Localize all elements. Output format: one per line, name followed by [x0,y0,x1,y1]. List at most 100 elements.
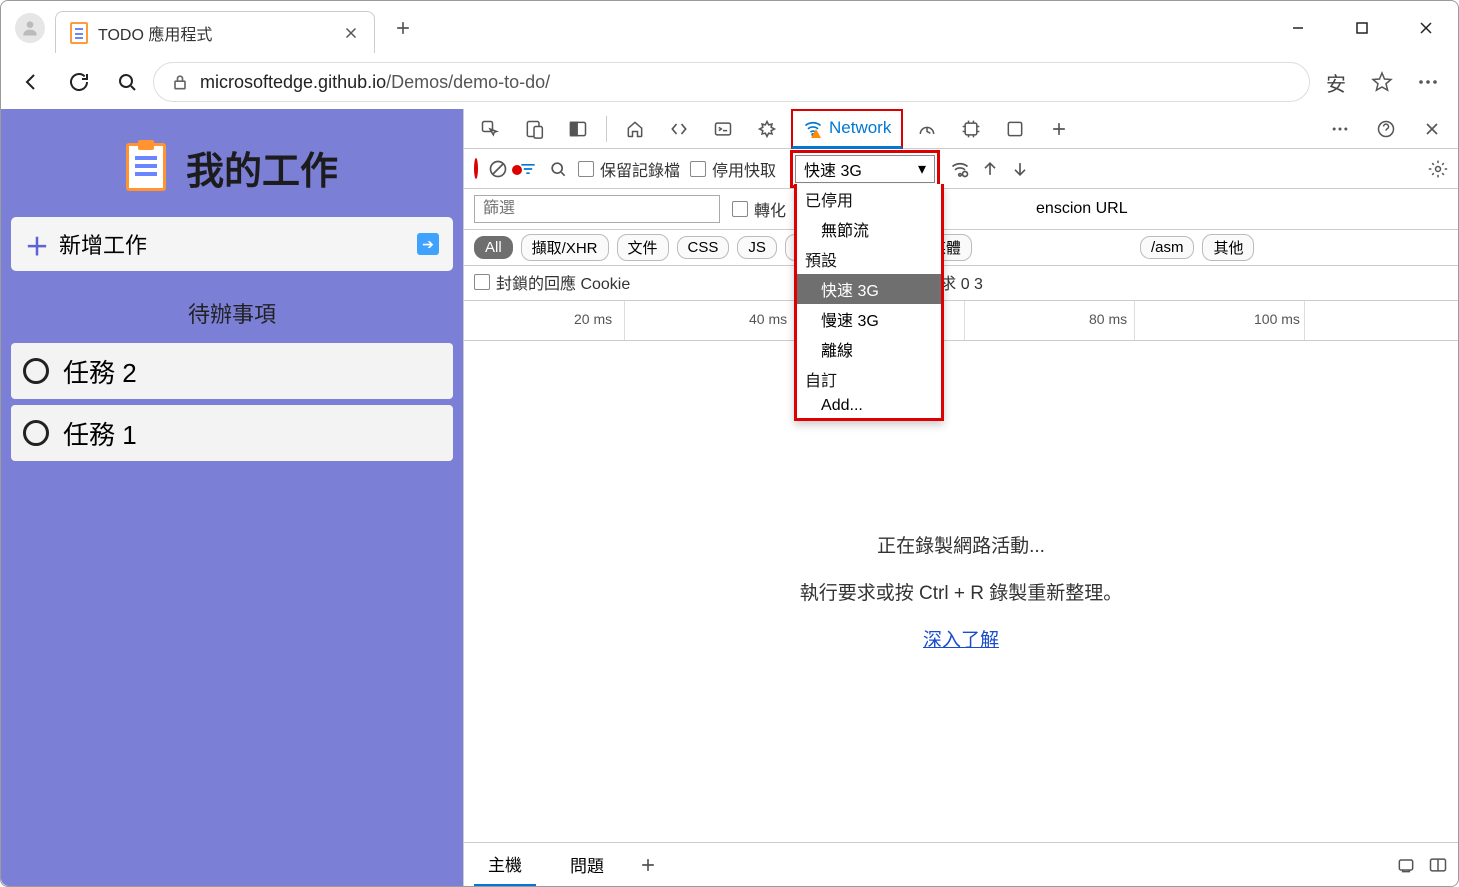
pill-js[interactable]: JS [737,236,777,259]
drawer-console-tab[interactable]: 主機 [474,843,536,887]
welcome-tab[interactable] [615,109,655,149]
lock-icon [170,72,190,92]
dd-offline[interactable]: 離線 [797,334,941,364]
chevron-down-icon: ▾ [918,159,926,179]
pill-doc[interactable]: 文件 [617,234,669,261]
section-title: 待辦事項 [11,297,453,329]
browser-tab[interactable]: TODO 應用程式 [55,11,375,53]
titlebar: TODO 應用程式 [1,1,1458,55]
filter-input[interactable] [474,195,720,223]
console-tab[interactable] [703,109,743,149]
performance-tab[interactable] [907,109,947,149]
device-icon[interactable] [514,109,554,149]
pill-fetch[interactable]: 擷取/XHR [521,234,609,261]
dd-group-custom: 自訂 [797,364,941,394]
dd-add[interactable]: Add... [797,394,941,418]
clear-button[interactable] [488,159,508,179]
settings-menu-button[interactable] [1406,60,1450,104]
url-text: microsoftedge.github.io/Demos/demo-to-do… [200,72,550,93]
filter-toggle[interactable] [518,159,538,179]
throttling-select[interactable]: 快速 3G ▾ 已停用 無節流 預設 快速 3G 慢速 3G 離線 自訂 Add… [795,155,935,183]
minimize-button[interactable] [1266,4,1330,52]
memory-tab[interactable] [951,109,991,149]
dd-group-preset: 預設 [797,244,941,274]
network-tab[interactable]: Network [791,109,903,149]
app-title: 我的工作 [186,140,338,195]
inspect-icon[interactable] [470,109,510,149]
elements-tab[interactable] [659,109,699,149]
learn-more-link[interactable]: 深入了解 [923,625,999,652]
dd-group-disabled: 已停用 [797,184,941,214]
network-toolbar: 保留記錄檔 停用快取 快速 3G ▾ 已停用 無節流 預設 快速 3G 慢速 3… [464,149,1458,189]
tab-close-button[interactable] [342,24,360,42]
address-bar[interactable]: microsoftedge.github.io/Demos/demo-to-do… [153,62,1310,102]
drawer-icon-1[interactable] [1396,855,1416,875]
drawer-add-tab[interactable] [638,855,658,875]
pill-css[interactable]: CSS [677,236,730,259]
disable-cache-checkbox[interactable]: 停用快取 [690,157,776,181]
application-tab[interactable] [995,109,1035,149]
more-tabs-button[interactable] [1039,109,1079,149]
dd-no-throttle[interactable]: 無節流 [797,214,941,244]
devtools-drawer: 主機 問題 [464,842,1458,886]
pill-other[interactable]: 其他 [1202,234,1254,261]
network-conditions-icon[interactable] [950,159,970,179]
pill-wasm[interactable]: /asm [1140,236,1195,259]
devtools-more-button[interactable] [1320,109,1360,149]
translate-badge[interactable]: 安 [1314,60,1358,104]
throttle-selected: 快速 3G [804,157,862,181]
tab-title: TODO 應用程式 [98,21,212,45]
toolbar: microsoftedge.github.io/Demos/demo-to-do… [1,55,1458,109]
sources-tab[interactable] [747,109,787,149]
empty-subtitle: 執行要求或按 Ctrl + R 錄製重新整理。 [800,578,1122,605]
preserve-log-checkbox[interactable]: 保留記錄檔 [578,157,680,181]
drawer-icon-2[interactable] [1428,855,1448,875]
add-task-button[interactable]: ＋ 新增工作 ➔ [11,217,453,271]
warning-badge-icon [811,129,821,139]
dock-icon[interactable] [558,109,598,149]
devtools-tabs: Network [464,109,1458,149]
upload-har-icon[interactable] [980,159,1000,179]
empty-title: 正在錄製網路活動... [877,531,1045,558]
extension-url-label: enscion URL [1036,200,1128,218]
devtools-help-button[interactable] [1366,109,1406,149]
task-checkbox-icon[interactable] [23,358,49,384]
plus-icon: ＋ [25,227,49,262]
devtools-close-button[interactable] [1412,109,1452,149]
dd-fast-3g[interactable]: 快速 3G [797,274,941,304]
dd-slow-3g[interactable]: 慢速 3G [797,304,941,334]
filter-row: 轉化 隱藏資料 enscion URL [464,189,1458,230]
pill-all[interactable]: All [474,236,513,259]
record-button[interactable] [474,160,478,178]
favorite-button[interactable] [1360,60,1404,104]
profile-avatar[interactable] [15,13,45,43]
task-checkbox-icon[interactable] [23,420,49,446]
back-button[interactable] [9,60,53,104]
block-cookie-checkbox[interactable]: 封鎖的回應 Cookie [474,270,630,294]
clipboard-icon [126,143,166,191]
submit-arrow-icon[interactable]: ➔ [417,233,439,255]
close-window-button[interactable] [1394,4,1458,52]
tab-favicon [70,22,88,44]
task-label: 任務 1 [63,415,137,452]
app-header: 我的工作 [11,117,453,217]
refresh-button[interactable] [57,60,101,104]
task-label: 任務 2 [63,353,137,390]
network-tab-label: Network [829,118,891,138]
task-item[interactable]: 任務 2 [11,343,453,399]
task-item[interactable]: 任務 1 [11,405,453,461]
invert-checkbox[interactable]: 轉化 [732,197,786,221]
add-task-label: 新增工作 [59,228,147,260]
window-controls [1266,4,1458,52]
search-network[interactable] [548,159,568,179]
new-tab-button[interactable] [381,6,425,50]
maximize-button[interactable] [1330,4,1394,52]
drawer-issues-tab[interactable]: 問題 [556,843,618,887]
throttle-highlight: 快速 3G ▾ 已停用 無節流 預設 快速 3G 慢速 3G 離線 自訂 Add… [790,150,940,188]
content-split: 我的工作 ＋ 新增工作 ➔ 待辦事項 任務 2 任務 1 [1,109,1458,886]
devtools-panel: Network 保留記錄檔 停用快取 [463,109,1458,886]
download-har-icon[interactable] [1010,159,1030,179]
search-button[interactable] [105,60,149,104]
timeline[interactable]: 20 ms 40 ms 80 ms 100 ms [464,301,1458,341]
network-settings-icon[interactable] [1428,159,1448,179]
